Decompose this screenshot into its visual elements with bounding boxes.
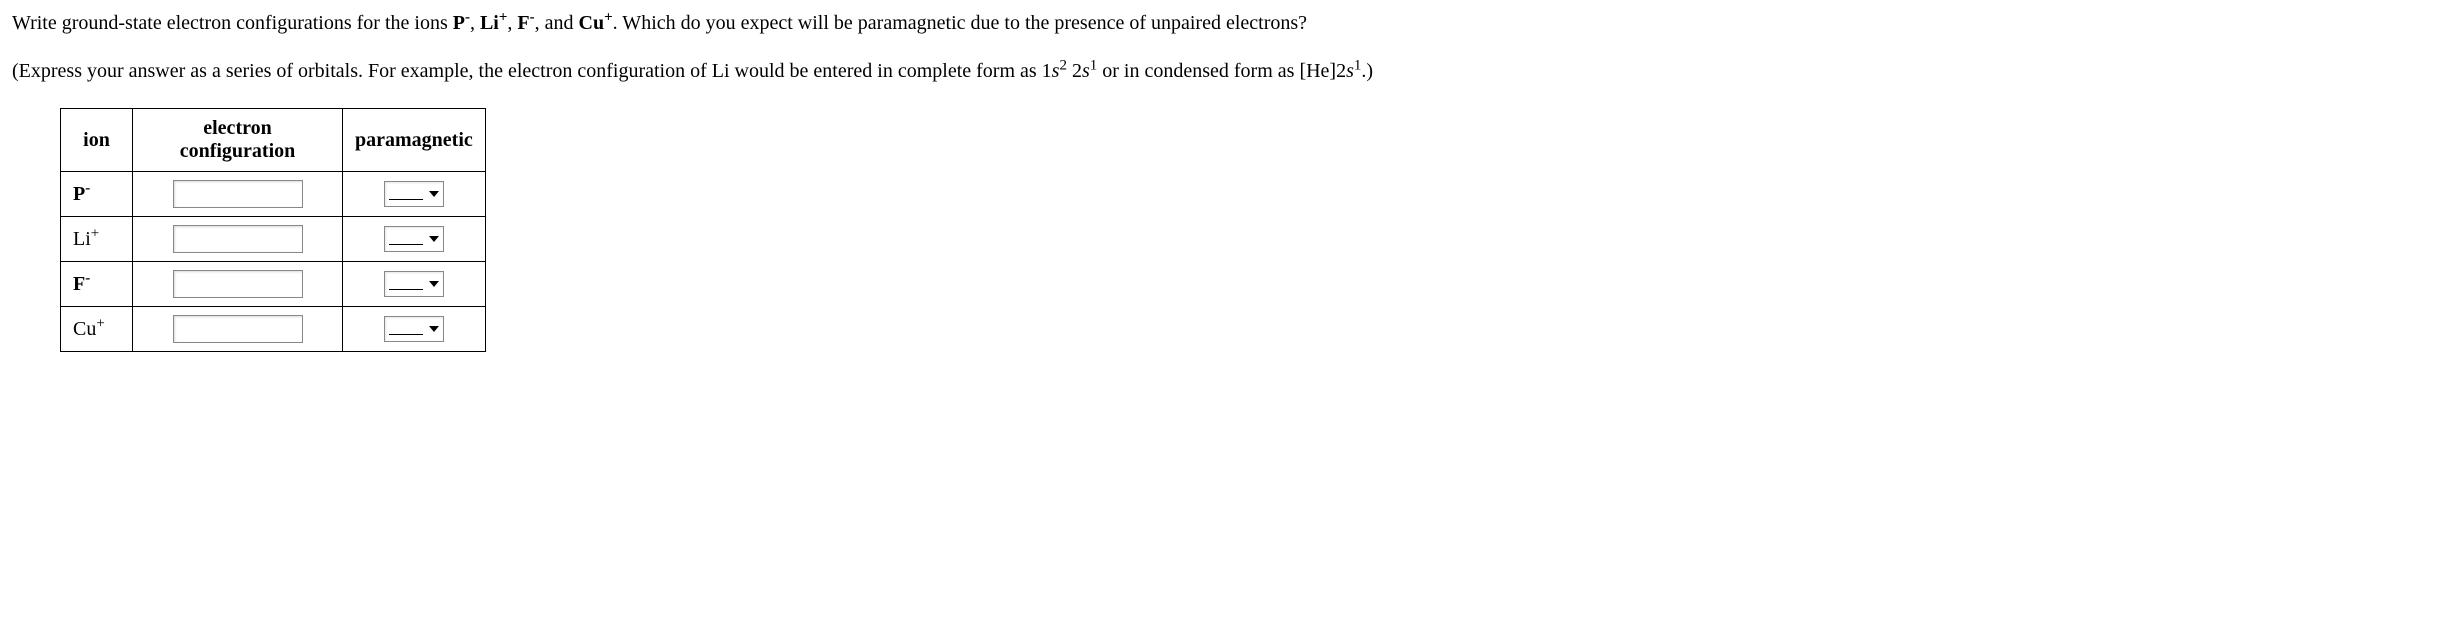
para-cell-li: [343, 217, 486, 262]
config-cell-li: [133, 217, 343, 262]
ion-2-base: Li: [480, 12, 499, 34]
table-row: Li+: [61, 217, 486, 262]
question-prefix: Write ground-state electron configuratio…: [12, 12, 453, 34]
table-row: Cu+: [61, 307, 486, 352]
row-ion-sup: -: [85, 270, 90, 286]
chevron-down-icon: [429, 281, 439, 287]
ex2-a: [He]2: [1299, 60, 1346, 82]
select-blank-line: [389, 188, 423, 200]
ion-cell-p: P-: [61, 172, 133, 217]
para-cell-cu: [343, 307, 486, 352]
question-suffix: . Which do you expect will be paramagnet…: [613, 12, 1307, 34]
ion-4-sup: +: [604, 9, 613, 25]
table-row: F-: [61, 262, 486, 307]
sep-1: ,: [470, 12, 480, 34]
hint-prefix: (Express your answer as a series of orbi…: [12, 60, 1042, 82]
chevron-down-icon: [429, 236, 439, 242]
sep-3: , and: [535, 12, 579, 34]
hint-mid: or in condensed form as: [1097, 60, 1299, 82]
config-cell-p: [133, 172, 343, 217]
ex1-e: s: [1082, 60, 1090, 82]
para-cell-p: [343, 172, 486, 217]
row-ion-sup: +: [96, 315, 104, 331]
ion-1-base: P: [453, 12, 465, 34]
para-select-li[interactable]: [384, 226, 444, 252]
ion-cell-cu: Cu+: [61, 307, 133, 352]
row-ion-sup: +: [91, 225, 99, 241]
header-ion: ion: [61, 109, 133, 172]
para-select-f[interactable]: [384, 271, 444, 297]
table-row: P-: [61, 172, 486, 217]
config-cell-f: [133, 262, 343, 307]
ex1-a: 1: [1042, 60, 1052, 82]
row-ion-base: Li: [73, 228, 91, 250]
header-para: paramagnetic: [343, 109, 486, 172]
select-blank-line: [389, 323, 423, 335]
para-cell-f: [343, 262, 486, 307]
hint-suffix: .): [1361, 60, 1373, 82]
hint-text: (Express your answer as a series of orbi…: [12, 56, 2452, 86]
select-blank-line: [389, 233, 423, 245]
config-cell-cu: [133, 307, 343, 352]
row-ion-sup: -: [85, 180, 90, 196]
para-select-cu[interactable]: [384, 316, 444, 342]
table-header-row: ion electron configuration paramagnetic: [61, 109, 486, 172]
ion-cell-li: Li+: [61, 217, 133, 262]
ion-4-base: Cu: [579, 12, 605, 34]
config-input-cu[interactable]: [173, 315, 303, 343]
ex2-b: s: [1346, 60, 1354, 82]
row-ion-base: F: [73, 273, 85, 295]
config-input-li[interactable]: [173, 225, 303, 253]
chevron-down-icon: [429, 326, 439, 332]
answer-table: ion electron configuration paramagnetic …: [60, 108, 486, 352]
header-config: electron configuration: [133, 109, 343, 172]
chevron-down-icon: [429, 191, 439, 197]
question-text: Write ground-state electron configuratio…: [12, 8, 2452, 38]
config-input-p[interactable]: [173, 180, 303, 208]
ex1-c: 2: [1059, 57, 1067, 73]
sep-2: ,: [507, 12, 517, 34]
ion-3-base: F: [517, 12, 529, 34]
config-input-f[interactable]: [173, 270, 303, 298]
ion-cell-f: F-: [61, 262, 133, 307]
row-ion-base: Cu: [73, 318, 96, 340]
ex1-d: 2: [1067, 60, 1082, 82]
row-ion-base: P: [73, 183, 85, 205]
select-blank-line: [389, 278, 423, 290]
para-select-p[interactable]: [384, 181, 444, 207]
